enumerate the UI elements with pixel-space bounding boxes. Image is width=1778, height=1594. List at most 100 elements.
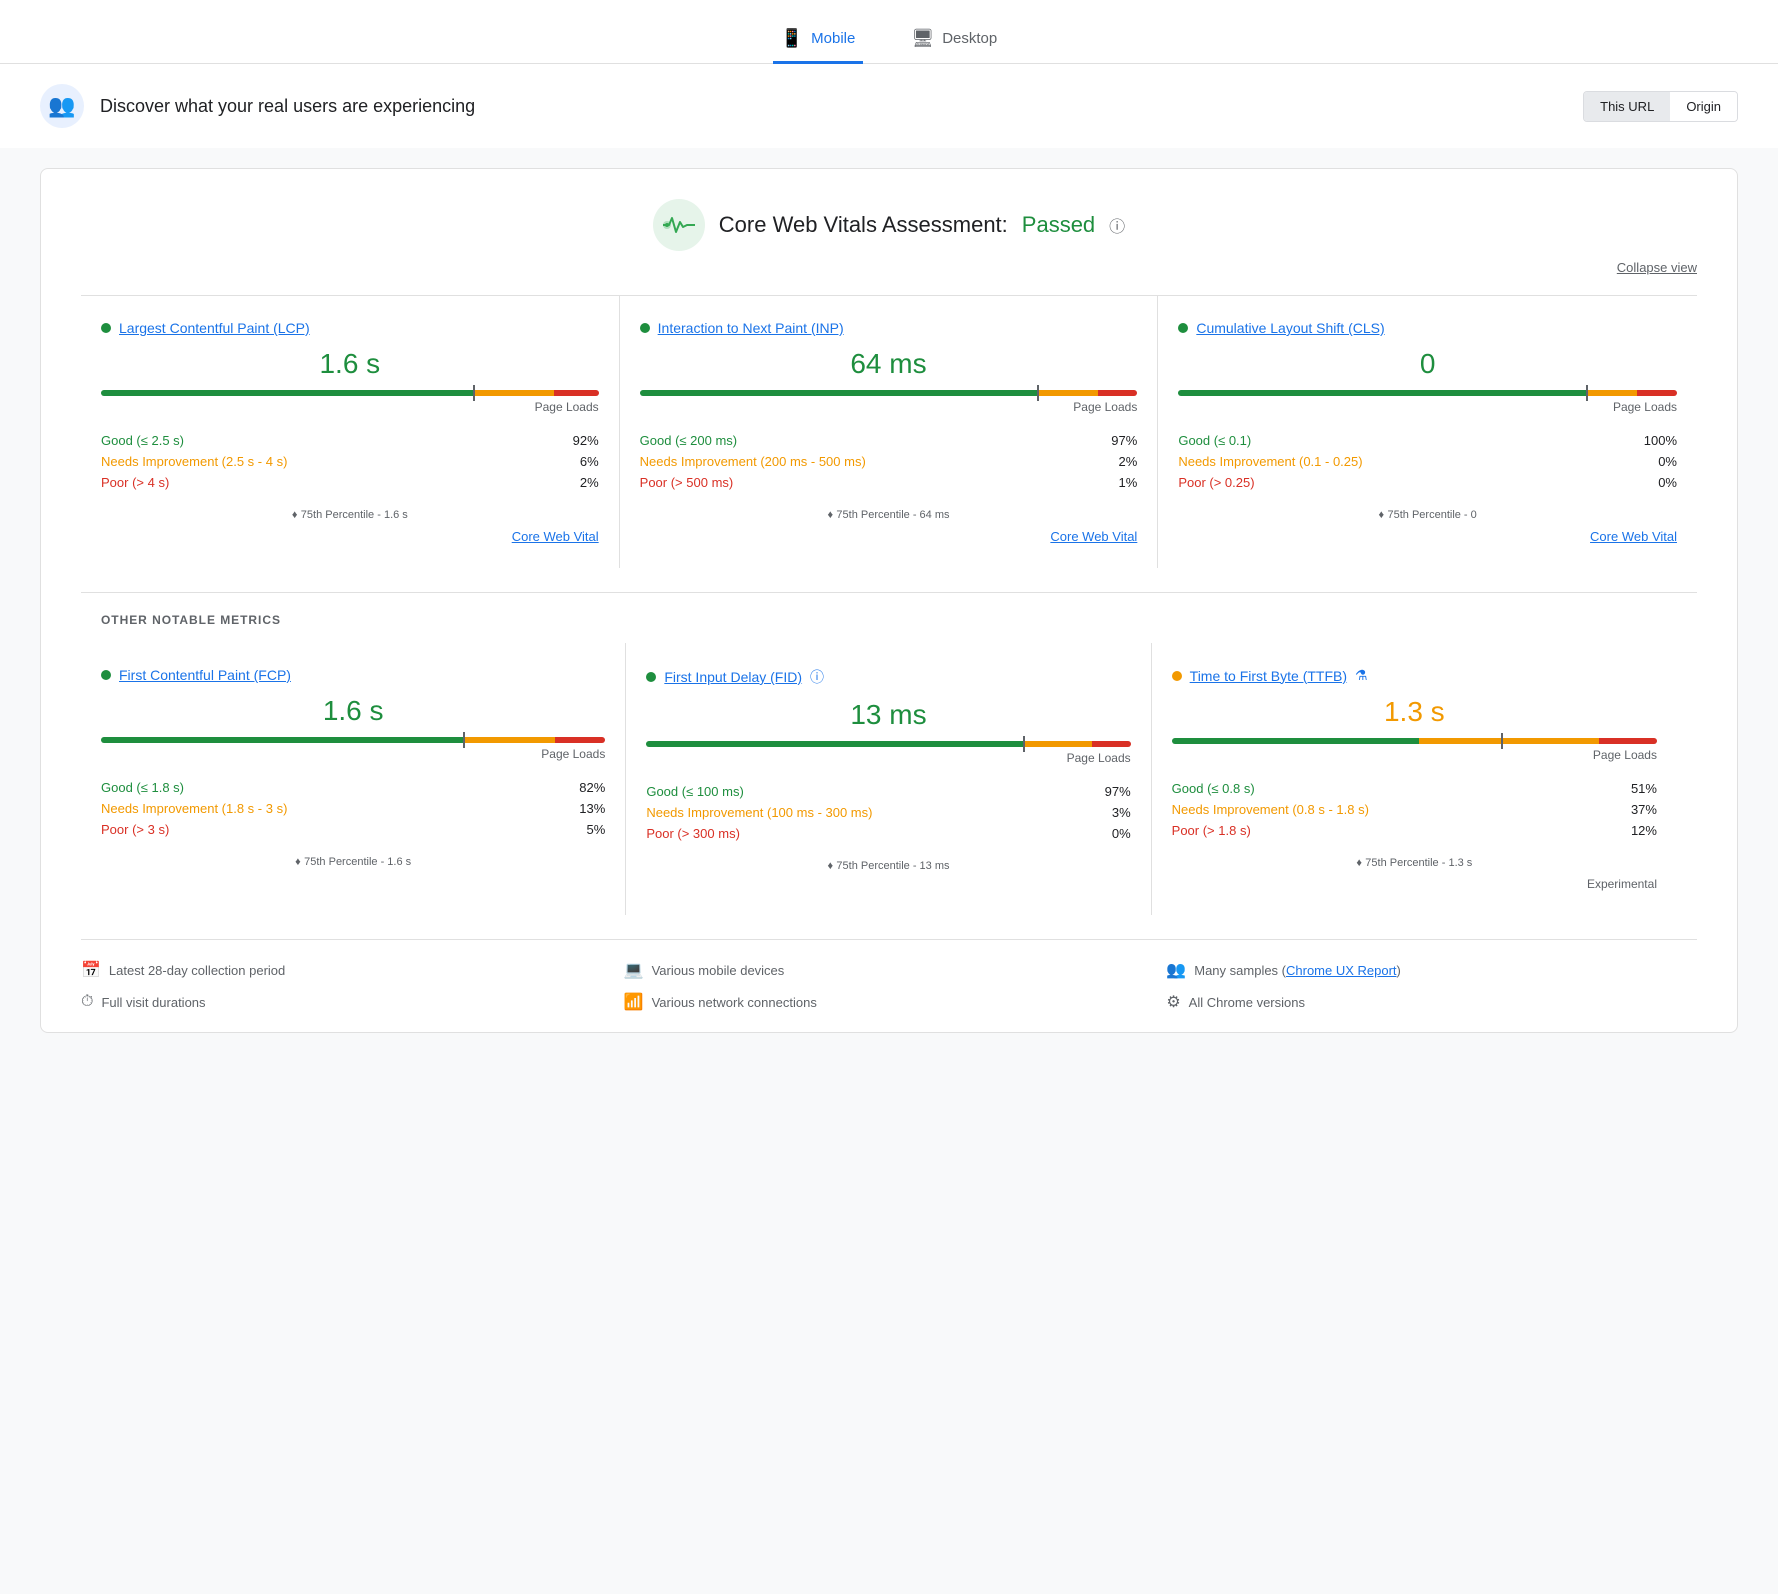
cls-core-vital-link[interactable]: Core Web Vital — [1178, 529, 1677, 544]
tab-desktop[interactable]: 🖥 Desktop — [903, 16, 1005, 64]
other-metrics-grid: First Contentful Paint (FCP) 1.6 s Page — [101, 643, 1677, 915]
fcp-bar — [101, 737, 605, 743]
metric-ttfb: Time to First Byte (TTFB) ⚗ 1.3 s — [1152, 643, 1677, 915]
flask-icon: ⚗ — [1355, 667, 1368, 684]
cls-dist-poor: Poor (> 0.25) 0% — [1178, 472, 1677, 493]
assessment-title-prefix: Core Web Vitals Assessment: — [719, 212, 1008, 238]
lcp-name[interactable]: Largest Contentful Paint (LCP) — [119, 320, 310, 336]
cls-dist-needs: Needs Improvement (0.1 - 0.25) 0% — [1178, 451, 1677, 472]
fcp-dist-needs: Needs Improvement (1.8 s - 3 s) 13% — [101, 798, 605, 819]
footer-visit-label: Full visit durations — [101, 995, 205, 1010]
fcp-name[interactable]: First Contentful Paint (FCP) — [119, 667, 291, 683]
help-icon[interactable]: ⓘ — [1109, 213, 1125, 237]
other-metrics-section: OTHER NOTABLE METRICS First Contentful P… — [81, 592, 1697, 915]
core-metrics-grid: Largest Contentful Paint (LCP) 1.6 s Pag… — [81, 295, 1697, 568]
metric-lcp: Largest Contentful Paint (LCP) 1.6 s Pag… — [81, 296, 620, 568]
lcp-label-row: Largest Contentful Paint (LCP) — [101, 320, 599, 336]
cls-dist-good: Good (≤ 0.1) 100% — [1178, 430, 1677, 451]
ttfb-percentile: ♦ 75th Percentile - 1.3 s — [1172, 855, 1657, 869]
inp-dot — [640, 323, 650, 333]
cls-bar — [1178, 390, 1677, 396]
lcp-dist-needs: Needs Improvement (2.5 s - 4 s) 6% — [101, 451, 599, 472]
footer-devices-label: Various mobile devices — [652, 963, 785, 978]
fid-info-icon[interactable]: ⓘ — [810, 667, 824, 687]
fcp-page-loads: Page Loads — [101, 747, 605, 761]
inp-page-loads: Page Loads — [640, 400, 1138, 414]
collapse-link[interactable]: Collapse view — [1617, 260, 1697, 275]
footer-item-network: 📶 Various network connections — [624, 992, 1155, 1012]
url-toggle: This URL Origin — [1583, 91, 1738, 122]
ttfb-value: 1.3 s — [1172, 696, 1657, 728]
metric-fcp: First Contentful Paint (FCP) 1.6 s Page — [101, 643, 626, 915]
fid-dist-needs: Needs Improvement (100 ms - 300 ms) 3% — [646, 802, 1130, 823]
inp-label-row: Interaction to Next Paint (INP) — [640, 320, 1138, 336]
inp-name[interactable]: Interaction to Next Paint (INP) — [658, 320, 844, 336]
ttfb-page-loads: Page Loads — [1172, 748, 1657, 762]
footer-item-devices: 💻 Various mobile devices — [624, 960, 1155, 980]
header-left: 👥 Discover what your real users are expe… — [40, 84, 475, 128]
tab-bar: 📱 Mobile 🖥 Desktop — [0, 0, 1778, 64]
collapse-row: Collapse view — [81, 259, 1697, 275]
tab-mobile[interactable]: 📱 Mobile — [773, 16, 864, 64]
chrome-ux-link[interactable]: Chrome UX Report — [1286, 963, 1397, 978]
inp-dist-good: Good (≤ 200 ms) 97% — [640, 430, 1138, 451]
fid-percentile: ♦ 75th Percentile - 13 ms — [646, 858, 1130, 872]
header-title: Discover what your real users are experi… — [100, 96, 475, 117]
fcp-value: 1.6 s — [101, 695, 605, 727]
fid-page-loads: Page Loads — [646, 751, 1130, 765]
footer-network-label: Various network connections — [652, 995, 817, 1010]
cls-page-loads: Page Loads — [1178, 400, 1677, 414]
footer-item-chrome: ⚙ All Chrome versions — [1166, 992, 1697, 1012]
ttfb-experimental: Experimental — [1172, 877, 1657, 891]
fcp-dist-poor: Poor (> 3 s) 5% — [101, 819, 605, 840]
assessment-card: Core Web Vitals Assessment: Passed ⓘ Col… — [40, 168, 1738, 1033]
fid-value: 13 ms — [646, 699, 1130, 731]
footer-item-visit: ⏱ Full visit durations — [81, 992, 612, 1012]
cls-name[interactable]: Cumulative Layout Shift (CLS) — [1196, 320, 1384, 336]
metric-inp: Interaction to Next Paint (INP) 64 ms Pa… — [620, 296, 1159, 568]
footer-collection-label: Latest 28-day collection period — [109, 963, 285, 978]
desktop-icon: 🖥 — [911, 28, 934, 49]
fcp-dist-good: Good (≤ 1.8 s) 82% — [101, 777, 605, 798]
metric-fid: First Input Delay (FID) ⓘ 13 ms — [626, 643, 1151, 915]
lcp-core-vital-link[interactable]: Core Web Vital — [101, 529, 599, 544]
fid-dist-good: Good (≤ 100 ms) 97% — [646, 781, 1130, 802]
inp-dist-poor: Poor (> 500 ms) 1% — [640, 472, 1138, 493]
footer-samples-text: Many samples (Chrome UX Report) — [1194, 963, 1401, 978]
lcp-dist-poor: Poor (> 4 s) 2% — [101, 472, 599, 493]
cls-percentile: ♦ 75th Percentile - 0 — [1178, 507, 1677, 521]
timer-icon: ⏱ — [81, 993, 93, 1011]
inp-value: 64 ms — [640, 348, 1138, 380]
lcp-percentile: ♦ 75th Percentile - 1.6 s — [101, 507, 599, 521]
fid-dist-poor: Poor (> 300 ms) 0% — [646, 823, 1130, 844]
ttfb-label-row: Time to First Byte (TTFB) ⚗ — [1172, 667, 1657, 684]
inp-core-vital-link[interactable]: Core Web Vital — [640, 529, 1138, 544]
ttfb-dist-poor: Poor (> 1.8 s) 12% — [1172, 820, 1657, 841]
ttfb-name[interactable]: Time to First Byte (TTFB) — [1190, 668, 1347, 684]
footer-info: 📅 Latest 28-day collection period 💻 Vari… — [81, 939, 1697, 1012]
mobile-icon: 📱 — [781, 28, 803, 49]
ttfb-dist-good: Good (≤ 0.8 s) 51% — [1172, 778, 1657, 799]
fcp-percentile: ♦ 75th Percentile - 1.6 s — [101, 854, 605, 868]
metric-cls: Cumulative Layout Shift (CLS) 0 Page Loa… — [1158, 296, 1697, 568]
avatar-icon: 👥 — [40, 84, 84, 128]
cls-value: 0 — [1178, 348, 1677, 380]
fid-dot — [646, 672, 656, 682]
inp-dist-needs: Needs Improvement (200 ms - 500 ms) 2% — [640, 451, 1138, 472]
other-metrics-title: OTHER NOTABLE METRICS — [101, 613, 1677, 627]
calendar-icon: 📅 — [81, 960, 101, 980]
lcp-bar — [101, 390, 599, 396]
assessment-status: Passed — [1022, 212, 1095, 238]
cls-dot — [1178, 323, 1188, 333]
cls-label-row: Cumulative Layout Shift (CLS) — [1178, 320, 1677, 336]
people-icon: 👥 — [1166, 960, 1186, 980]
this-url-button[interactable]: This URL — [1584, 92, 1670, 121]
footer-item-collection: 📅 Latest 28-day collection period — [81, 960, 612, 980]
fid-name[interactable]: First Input Delay (FID) — [664, 669, 802, 685]
origin-button[interactable]: Origin — [1670, 92, 1737, 121]
main-container: Core Web Vitals Assessment: Passed ⓘ Col… — [0, 148, 1778, 1053]
lcp-dist-good: Good (≤ 2.5 s) 92% — [101, 430, 599, 451]
chrome-icon: ⚙ — [1166, 992, 1180, 1012]
inp-percentile: ♦ 75th Percentile - 64 ms — [640, 507, 1138, 521]
ttfb-dist-needs: Needs Improvement (0.8 s - 1.8 s) 37% — [1172, 799, 1657, 820]
